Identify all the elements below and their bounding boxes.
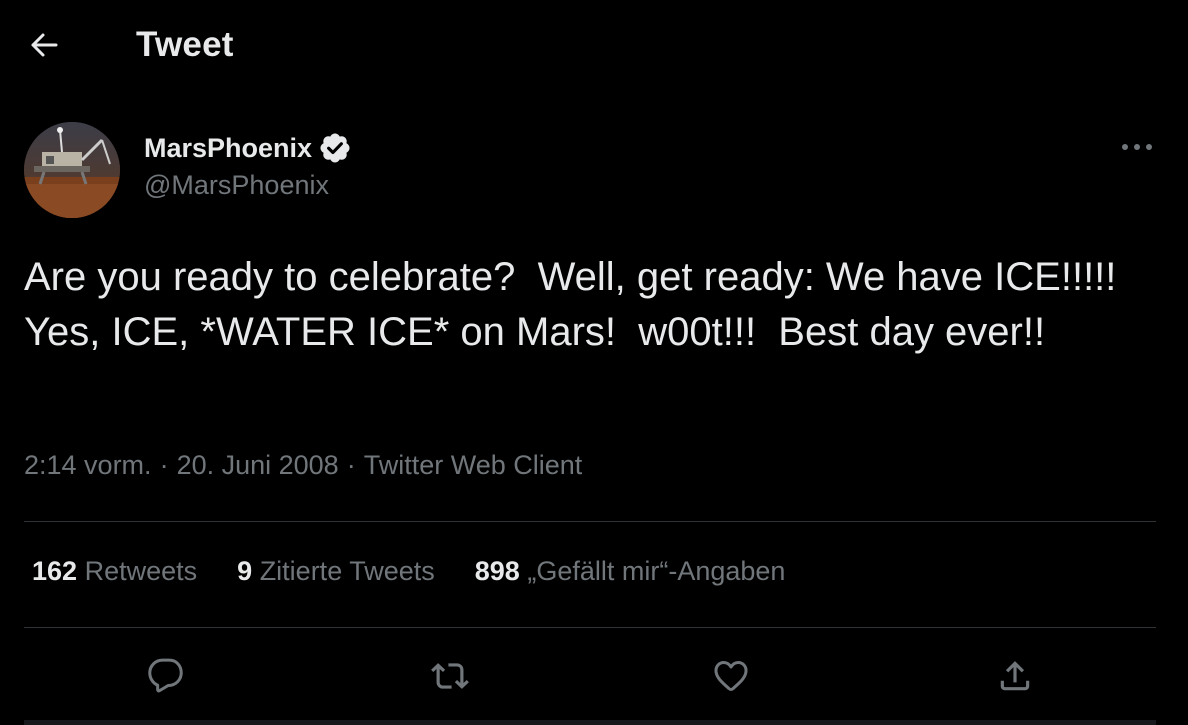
likes-label: „Gefällt mir“-Angaben bbox=[527, 556, 786, 586]
separator: · bbox=[159, 450, 169, 480]
header: Tweet bbox=[0, 0, 1188, 90]
divider bbox=[24, 521, 1156, 522]
avatar[interactable] bbox=[24, 122, 120, 218]
retweets-stat[interactable]: 162 Retweets bbox=[32, 556, 197, 587]
tweet-client: Twitter Web Client bbox=[363, 450, 583, 480]
author-name[interactable]: MarsPhoenix bbox=[144, 133, 312, 164]
tweet-date[interactable]: 20. Juni 2008 bbox=[177, 450, 339, 481]
back-button[interactable] bbox=[22, 25, 66, 65]
tweet-meta: 2:14 vorm. · 20. Juni 2008 · Twitter Web… bbox=[24, 450, 582, 481]
more-options-button[interactable] bbox=[1112, 128, 1162, 166]
quotes-stat[interactable]: 9 Zitierte Tweets bbox=[237, 556, 435, 587]
retweet-button[interactable] bbox=[425, 651, 475, 701]
tweet-stats: 162 Retweets 9 Zitierte Tweets 898 „Gefä… bbox=[32, 556, 825, 587]
like-icon bbox=[714, 661, 748, 691]
likes-count: 898 bbox=[474, 556, 520, 586]
tweet-time[interactable]: 2:14 vorm. bbox=[24, 450, 152, 481]
verified-badge-icon bbox=[318, 131, 352, 165]
quotes-label: Zitierte Tweets bbox=[259, 556, 435, 586]
tweet-text: Are you ready to celebrate? Well, get re… bbox=[24, 255, 1127, 354]
likes-stat[interactable]: 898 „Gefällt mir“-Angaben bbox=[475, 556, 786, 587]
divider bbox=[24, 627, 1156, 628]
reply-button[interactable] bbox=[141, 651, 191, 701]
retweets-count: 162 bbox=[32, 556, 78, 586]
retweets-label: Retweets bbox=[84, 556, 198, 586]
separator: · bbox=[346, 450, 356, 480]
share-icon bbox=[1000, 661, 1030, 691]
page-title: Tweet bbox=[136, 25, 234, 64]
tweet-detail-page: Tweet MarsPhoenix @MarsPhoenix Are you r… bbox=[0, 0, 1188, 725]
share-button[interactable] bbox=[990, 651, 1040, 701]
quotes-count: 9 bbox=[237, 556, 253, 586]
more-dots-icon bbox=[1122, 144, 1152, 150]
avatar-image bbox=[24, 122, 120, 218]
author-name-row: MarsPhoenix bbox=[144, 130, 352, 166]
back-arrow-icon bbox=[31, 33, 58, 57]
author-handle[interactable]: @MarsPhoenix bbox=[144, 170, 329, 201]
like-button[interactable] bbox=[706, 651, 756, 701]
divider bbox=[24, 720, 1156, 725]
retweet-icon bbox=[431, 663, 469, 689]
reply-icon bbox=[148, 658, 183, 693]
